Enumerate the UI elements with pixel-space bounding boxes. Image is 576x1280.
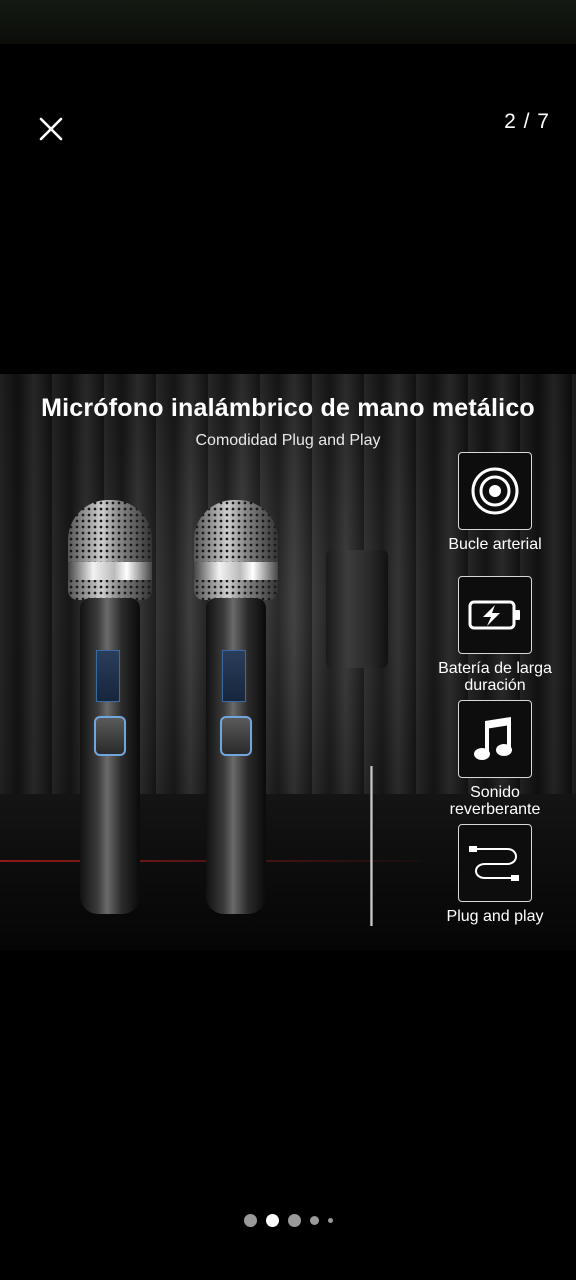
mic-grille bbox=[194, 500, 278, 600]
product-image[interactable]: Micrófono inalámbrico de mano metálico C… bbox=[0, 374, 576, 950]
mic-ring bbox=[68, 562, 152, 580]
feature-label-line: duración bbox=[464, 677, 526, 694]
receiver-antenna bbox=[370, 766, 373, 926]
pagination-dot[interactable] bbox=[327, 1218, 333, 1223]
battery-charging-icon bbox=[468, 600, 520, 630]
feature-icon-box bbox=[458, 700, 532, 778]
feature-label: Batería de larga duración bbox=[422, 660, 568, 694]
feature-icon-box bbox=[458, 824, 532, 902]
mic-power-switch bbox=[220, 716, 252, 756]
feature-icon-box bbox=[458, 576, 532, 654]
mic-display bbox=[96, 650, 120, 702]
feature-loop: Bucle arterial bbox=[422, 452, 568, 553]
close-button[interactable] bbox=[30, 108, 72, 150]
feature-label-line: Sonido bbox=[470, 784, 520, 801]
feature-label-line: reverberante bbox=[449, 801, 541, 818]
feature-sound: Sonido reverberante bbox=[422, 700, 568, 818]
microphone-right bbox=[194, 500, 278, 920]
pagination-dot-active[interactable] bbox=[265, 1214, 279, 1227]
status-bar bbox=[0, 0, 576, 44]
feature-battery: Batería de larga duración bbox=[422, 576, 568, 694]
concentric-circles-icon bbox=[471, 467, 519, 515]
feature-label-line: Batería de larga bbox=[438, 660, 552, 677]
music-note-icon bbox=[474, 717, 512, 760]
mic-ring bbox=[194, 562, 278, 580]
mic-power-switch bbox=[94, 716, 126, 756]
pagination-dot[interactable] bbox=[287, 1214, 301, 1227]
mic-handle bbox=[206, 598, 266, 914]
wireless-receiver bbox=[326, 550, 388, 668]
pagination-dots bbox=[0, 1214, 576, 1227]
pagination-dot[interactable] bbox=[309, 1216, 319, 1225]
mic-grille bbox=[68, 500, 152, 600]
feature-label: Sonido reverberante bbox=[422, 784, 568, 818]
product-headline: Micrófono inalámbrico de mano metálico bbox=[41, 394, 535, 422]
feature-plug-play: Plug and play bbox=[422, 824, 568, 925]
feature-icon-box bbox=[458, 452, 532, 530]
microphone-left bbox=[68, 500, 152, 920]
feature-label: Bucle arterial bbox=[448, 536, 542, 553]
product-subline: Comodidad Plug and Play bbox=[195, 432, 381, 449]
mic-display bbox=[222, 650, 246, 702]
pagination-dot[interactable] bbox=[243, 1214, 257, 1227]
close-icon bbox=[39, 117, 63, 141]
mic-handle bbox=[80, 598, 140, 914]
image-counter: 2 / 7 bbox=[504, 110, 550, 133]
cable-icon bbox=[469, 846, 519, 881]
feature-label: Plug and play bbox=[446, 908, 544, 925]
